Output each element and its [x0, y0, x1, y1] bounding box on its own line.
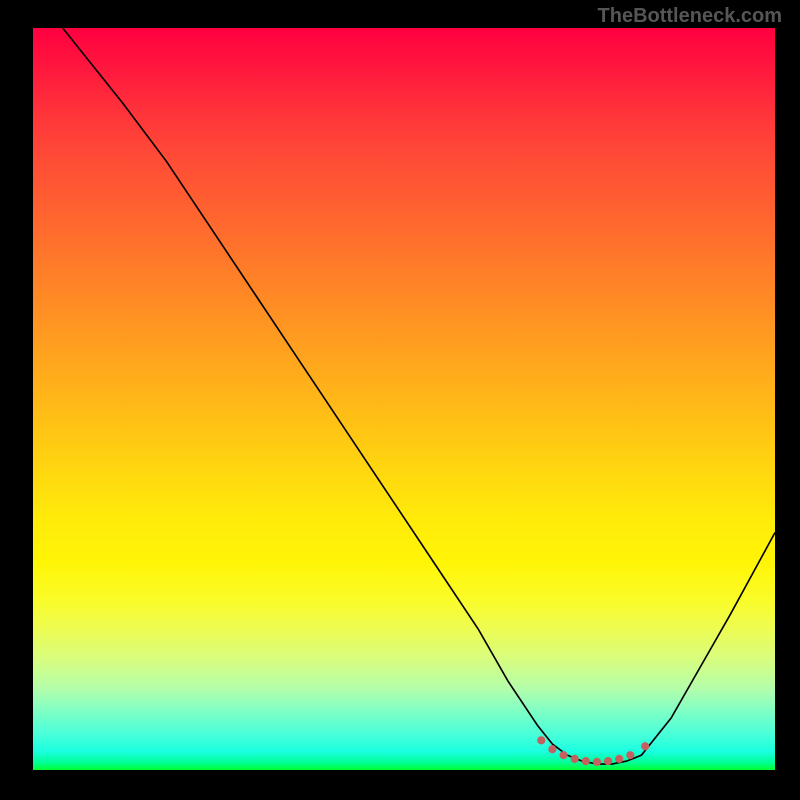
marker-dot [571, 755, 579, 763]
chart-container: TheBottleneck.com [0, 0, 800, 800]
marker-dot [641, 742, 649, 750]
marker-dot [593, 758, 601, 766]
marker-dot [604, 757, 612, 765]
curve-markers [537, 736, 649, 766]
chart-svg [33, 28, 775, 770]
plot-area [33, 28, 775, 770]
marker-dot [615, 755, 623, 763]
marker-dot [537, 736, 545, 744]
bottleneck-curve [63, 28, 775, 764]
marker-dot [559, 751, 567, 759]
marker-dot [626, 751, 634, 759]
marker-dot [548, 745, 556, 753]
marker-dot [582, 757, 590, 765]
watermark-text: TheBottleneck.com [598, 5, 782, 28]
